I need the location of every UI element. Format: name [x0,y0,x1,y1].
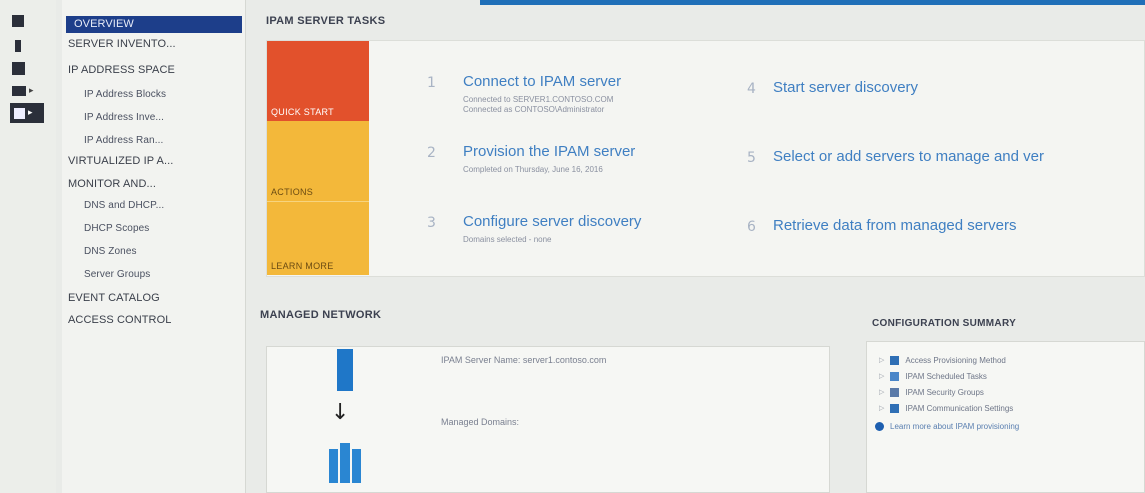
managed-domains-label: Managed Domains: [441,417,520,427]
nav-access-control[interactable]: ACCESS CONTROL [68,314,171,330]
task-start-discovery-link[interactable]: Start server discovery [773,79,918,96]
cs-security-groups[interactable]: ▷ IPAM Security Groups [879,386,984,398]
cs-item-label: IPAM Scheduled Tasks [905,371,987,381]
managed-network-title: MANAGED NETWORK [260,309,382,321]
servers-glyph [12,61,25,75]
nav-dns-and-dhcp[interactable]: DNS and DHCP... [84,200,164,216]
task-retrieve-data-link[interactable]: Retrieve data from managed servers [773,217,1016,234]
ipam-icon[interactable]: ▸ [10,103,44,123]
configuration-summary-panel: ▷ Access Provisioning Method ▷ IPAM Schedu… [866,341,1145,493]
info-icon [875,421,884,431]
server-icon [337,349,353,391]
dashboard-glyph [12,15,24,27]
ipam-server-name: IPAM Server Name: server1.contoso.com [441,355,607,365]
task-number: 6 [747,219,756,235]
expand-arrow-icon: ▸ [29,86,34,96]
arrow-down-icon: ↓ [331,400,350,425]
cs-communication-settings[interactable]: ▷ IPAM Communication Settings [879,402,1013,414]
expand-arrow-icon: ▸ [28,108,33,118]
ipam-glyph [14,107,25,119]
task-status-text: Completed on Thursday, June 16, 2016 [463,165,603,174]
task-number: 3 [427,215,436,231]
nav-server-groups[interactable]: Server Groups [84,269,150,285]
nav-monitor-and-manage[interactable]: MONITOR AND... [68,178,156,194]
learn-more-label: Learn more about IPAM provisioning [890,421,1020,431]
cs-item-label: Access Provisioning Method [905,355,1006,365]
shield-icon [890,355,900,365]
expand-icon: ▷ [879,404,885,412]
task-connect-link[interactable]: Connect to IPAM server [463,73,621,90]
task-number: 4 [747,81,756,97]
cs-item-label: IPAM Security Groups [905,387,984,397]
tasks-section-title: IPAM SERVER TASKS [266,15,386,27]
nav-event-catalog[interactable]: EVENT CATALOG [68,292,160,308]
learn-more-label: LEARN MORE [271,261,334,271]
nav-server-inventory[interactable]: SERVER INVENTO... [68,38,176,54]
servers-icon[interactable] [12,59,36,77]
configuration-summary-title: CONFIGURATION SUMMARY [872,318,1017,329]
nav-virtualized-ip[interactable]: VIRTUALIZED IP A... [68,155,173,171]
quick-start-tile[interactable]: QUICK START [267,41,369,121]
cs-access-provisioning[interactable]: ▷ Access Provisioning Method [879,354,1006,366]
learn-more-link[interactable]: Learn more about IPAM provisioning [875,420,1019,432]
domains-icon [329,443,361,483]
task-number: 1 [427,75,436,91]
actions-label: ACTIONS [271,187,314,197]
task-configure-discovery-link[interactable]: Configure server discovery [463,213,641,230]
task-select-servers-link[interactable]: Select or add servers to manage and ver [773,148,1044,165]
expand-icon: ▷ [879,388,885,396]
managed-network-panel: ↓ IPAM Server Name: server1.contoso.com … [266,346,830,493]
nav-ip-address-space[interactable]: IP ADDRESS SPACE [68,64,175,80]
nav-dhcp-scopes[interactable]: DHCP Scopes [84,223,149,239]
cs-scheduled-tasks[interactable]: ▷ IPAM Scheduled Tasks [879,370,987,382]
task-number: 5 [747,150,756,166]
nav-overview[interactable]: OVERVIEW [66,16,242,33]
settings-icon [890,403,900,413]
overview-content: IPAM SERVER TASKS QUICK START ACTIONS LE… [246,0,1145,493]
nav-dns-zones[interactable]: DNS Zones [84,246,137,262]
expand-icon: ▷ [879,372,885,380]
nav-ip-address-inventory[interactable]: IP Address Inve... [84,112,164,128]
server-manager-rail: ▸ ▸ [0,0,56,493]
ipam-navigation: OVERVIEW SERVER INVENTO... IP ADDRESS SP… [62,0,246,493]
features-icon[interactable]: ▸ [12,82,36,100]
server-icon[interactable] [12,37,36,55]
calendar-icon [890,371,900,381]
ipam-server-tasks-panel: QUICK START ACTIONS LEARN MORE 1 Connect… [266,40,1145,277]
task-status-text: Domains selected - none [463,235,552,244]
domains-icon-part [352,449,361,483]
nav-ip-address-ranges[interactable]: IP Address Ran... [84,135,163,151]
task-provision-link[interactable]: Provision the IPAM server [463,143,635,160]
dashboard-icon[interactable] [12,12,36,30]
quick-start-label: QUICK START [271,107,334,117]
task-number: 2 [427,145,436,161]
domains-icon-part [329,449,338,483]
actions-tile[interactable]: ACTIONS [267,121,369,201]
server-glyph [15,40,21,52]
cs-item-label: IPAM Communication Settings [905,403,1014,413]
task-status-text: Connected to SERVER1.CONTOSO.COM [463,95,614,104]
features-glyph [12,86,26,96]
learn-more-tile[interactable]: LEARN MORE [267,201,369,275]
users-icon [890,387,900,397]
expand-icon: ▷ [879,356,885,364]
domains-icon-part [340,443,350,483]
nav-ip-address-blocks[interactable]: IP Address Blocks [84,89,166,105]
task-status-text: Connected as CONTOSO\Administrator [463,105,605,114]
